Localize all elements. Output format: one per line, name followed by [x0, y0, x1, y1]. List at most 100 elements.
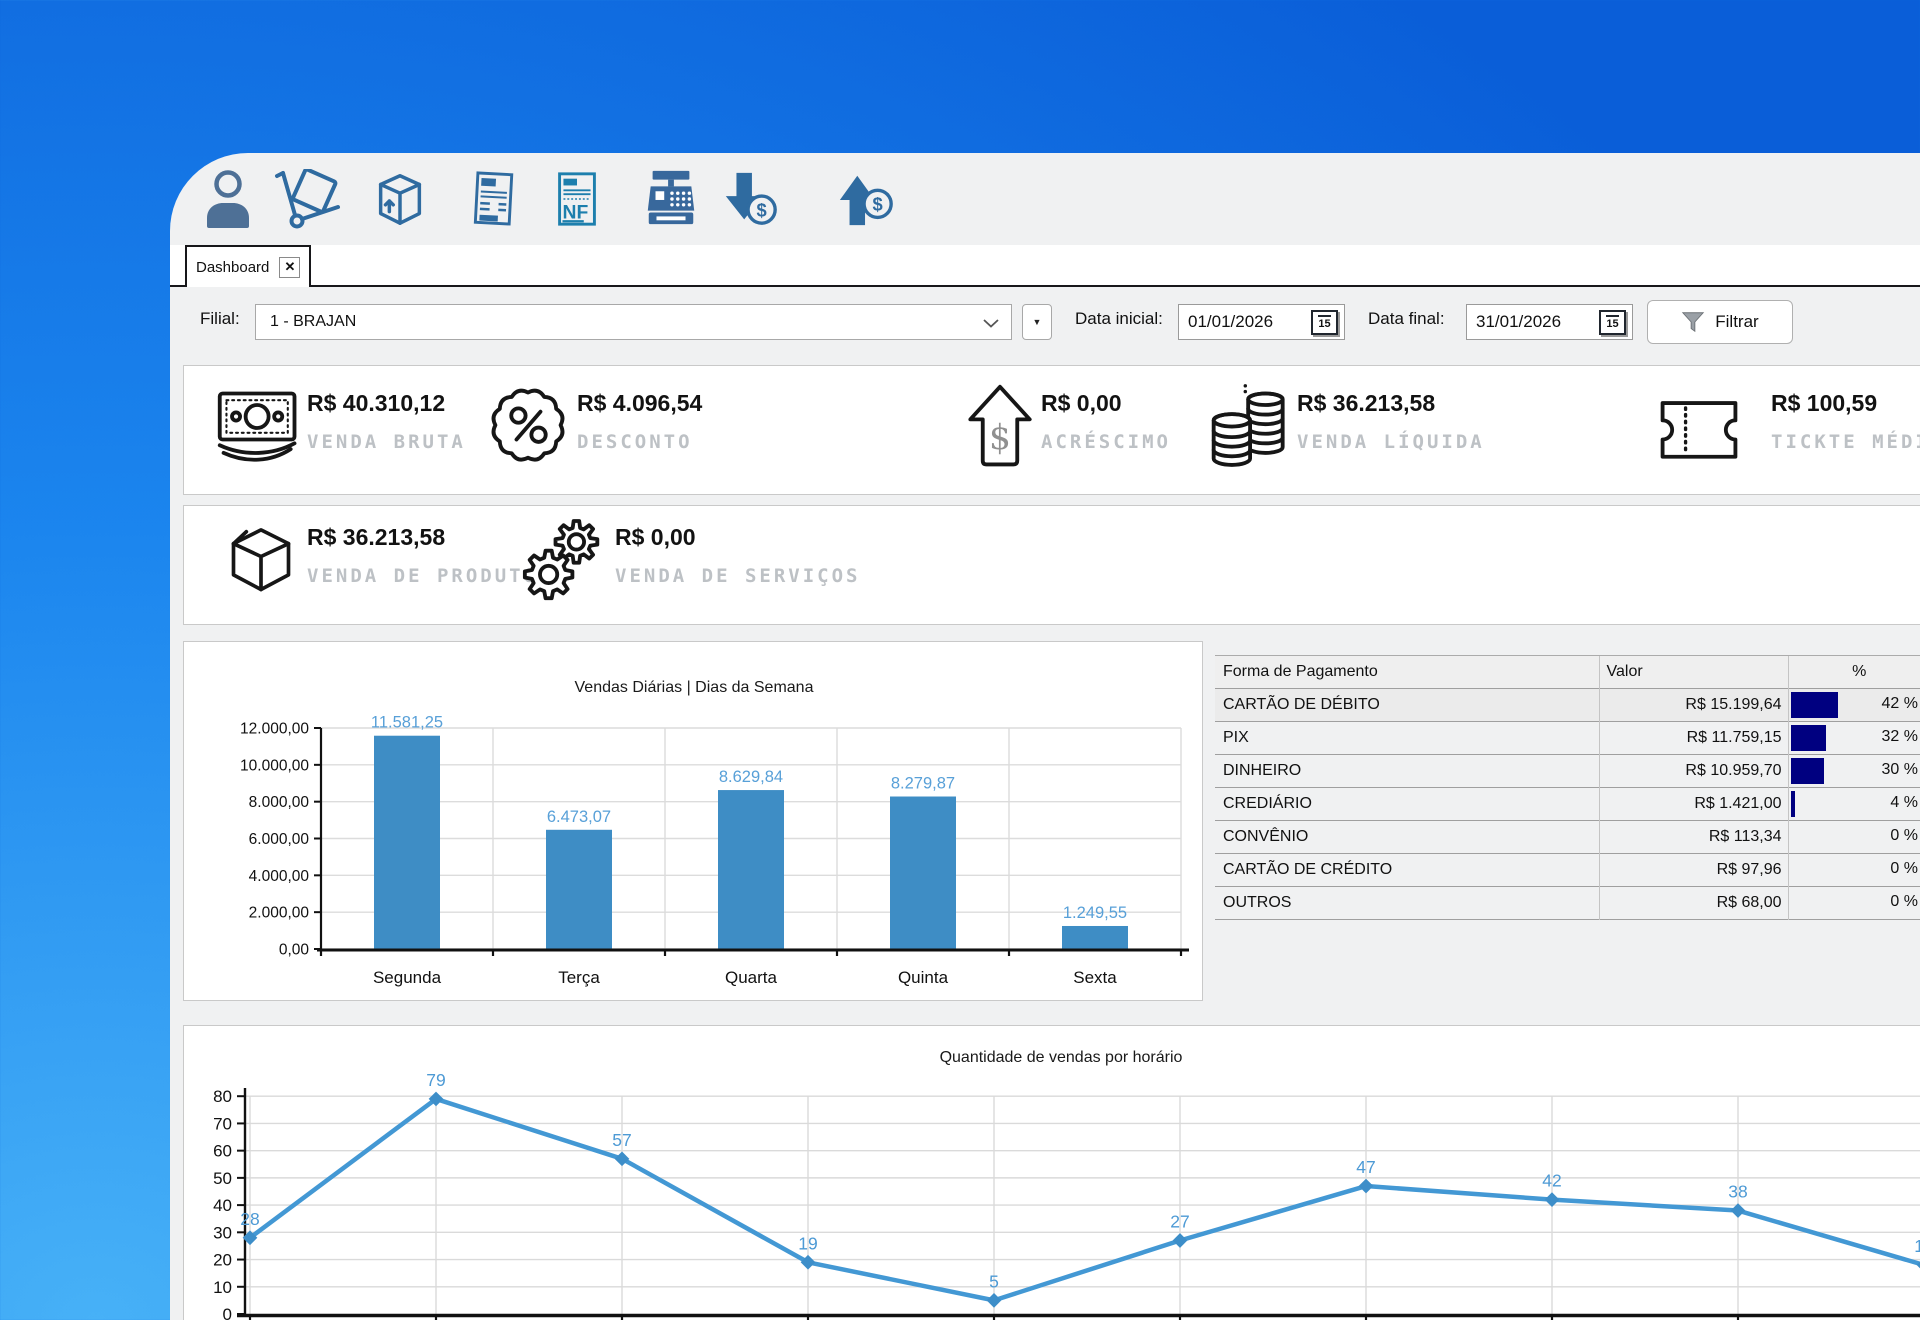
svg-text:Quarta: Quarta	[725, 968, 778, 987]
svg-text:NF: NF	[562, 201, 588, 223]
chevron-down-icon	[983, 319, 999, 328]
payment-value-cell: R$ 10.959,70	[1599, 755, 1788, 788]
kpi-panel-2: R$ 36.213,58 VENDA DE PRODUTOS R$ 0,00 V…	[183, 505, 1920, 625]
tab-bar: Dashboard ✕	[170, 245, 1920, 287]
branch-label: Filial:	[200, 309, 240, 329]
box-icon[interactable]	[372, 169, 428, 234]
date-end-label: Data final:	[1368, 309, 1445, 329]
payment-pct-cell: 32 %	[1788, 722, 1920, 755]
bar-Sexta	[1062, 926, 1128, 949]
pct-label: 0 %	[1890, 827, 1918, 845]
user-icon[interactable]	[200, 169, 256, 234]
cash-register-icon[interactable]	[641, 169, 701, 234]
svg-text:Vendas Diárias | Dias da Seman: Vendas Diárias | Dias da Semana	[575, 679, 814, 696]
nf-invoice-icon[interactable]: NF	[551, 169, 603, 234]
svg-text:42: 42	[1542, 1171, 1561, 1191]
calendar-icon[interactable]: 15	[1599, 310, 1626, 335]
svg-text:20: 20	[213, 1251, 232, 1270]
invoice-icon[interactable]	[468, 169, 520, 234]
svg-text:$: $	[756, 199, 766, 220]
date-end-value: 31/01/2026	[1476, 312, 1561, 332]
bar-Segunda	[374, 736, 440, 949]
kpi-value: R$ 0,00	[615, 524, 860, 551]
payment-value-cell: R$ 113,34	[1599, 821, 1788, 854]
header-forma-pagamento[interactable]: Forma de Pagamento	[1215, 656, 1599, 689]
svg-text:0,00: 0,00	[279, 942, 310, 959]
branch-select[interactable]: 1 - BRAJAN	[255, 304, 1012, 340]
svg-text:8.000,00: 8.000,00	[249, 794, 310, 811]
table-row[interactable]: CONVÊNIOR$ 113,340 %	[1215, 821, 1920, 854]
table-row[interactable]: CARTÃO DE CRÉDITOR$ 97,960 %	[1215, 854, 1920, 887]
data-point	[1359, 1179, 1374, 1194]
payment-value-cell: R$ 15.199,64	[1599, 689, 1788, 722]
pct-bar	[1791, 758, 1825, 784]
payment-method-cell: DINHEIRO	[1215, 755, 1599, 788]
svg-text:28: 28	[240, 1209, 259, 1229]
svg-text:Terça: Terça	[558, 968, 600, 987]
filter-button[interactable]: Filtrar	[1647, 300, 1793, 344]
pct-label: 4 %	[1890, 794, 1918, 812]
filter-button-label: Filtrar	[1715, 312, 1758, 332]
svg-text:50: 50	[213, 1169, 232, 1188]
kpi-label: VENDA LÍQUIDA	[1297, 431, 1485, 453]
tab-dashboard[interactable]: Dashboard ✕	[185, 245, 311, 287]
svg-text:8.279,87: 8.279,87	[891, 775, 955, 793]
payment-method-cell: CARTÃO DE DÉBITO	[1215, 689, 1599, 722]
kpi-value: R$ 4.096,54	[577, 390, 702, 417]
pct-bar	[1791, 791, 1796, 817]
bar-Quinta	[890, 797, 956, 949]
payment-pct-cell: 0 %	[1788, 854, 1920, 887]
svg-text:6.473,07: 6.473,07	[547, 808, 611, 826]
branch-dropdown-button[interactable]: ▼	[1022, 304, 1052, 340]
branch-value: 1 - BRAJAN	[270, 313, 356, 331]
kpi-label: TICKTE MÉDIO	[1771, 431, 1920, 453]
data-point	[987, 1293, 1002, 1308]
date-end-input[interactable]: 31/01/2026 15	[1466, 304, 1633, 340]
svg-text:Segunda: Segunda	[373, 968, 442, 987]
product-box-icon	[217, 518, 305, 611]
data-point	[1173, 1233, 1188, 1248]
kpi-label: ACRÉSCIMO	[1041, 431, 1171, 453]
svg-text:0: 0	[223, 1305, 232, 1320]
svg-text:30: 30	[213, 1223, 232, 1242]
table-row[interactable]: PIXR$ 11.759,1532 %	[1215, 722, 1920, 755]
table-row[interactable]: OUTROSR$ 68,000 %	[1215, 887, 1920, 920]
close-icon[interactable]: ✕	[279, 257, 300, 278]
kpi-label: VENDA BRUTA	[307, 431, 466, 453]
svg-text:10: 10	[213, 1278, 232, 1297]
payment-value-cell: R$ 11.759,15	[1599, 722, 1788, 755]
svg-text:19: 19	[798, 1233, 817, 1253]
payment-pct-cell: 0 %	[1788, 821, 1920, 854]
payment-method-cell: CARTÃO DE CRÉDITO	[1215, 854, 1599, 887]
kpi-value: R$ 100,59	[1771, 390, 1920, 417]
svg-text:27: 27	[1170, 1211, 1189, 1231]
pct-label: 0 %	[1890, 893, 1918, 911]
date-start-input[interactable]: 01/01/2026 15	[1178, 304, 1345, 340]
svg-text:2.000,00: 2.000,00	[249, 905, 310, 922]
svg-text:12.000,00: 12.000,00	[240, 721, 309, 738]
payment-value-cell: R$ 68,00	[1599, 887, 1788, 920]
kpi-value: R$ 36.213,58	[1297, 390, 1485, 417]
money-out-icon[interactable]: $	[836, 169, 896, 234]
table-row[interactable]: DINHEIROR$ 10.959,70 30 %	[1215, 755, 1920, 788]
table-header-row: Forma de Pagamento Valor %	[1215, 656, 1920, 689]
pct-label: 30 %	[1882, 761, 1918, 779]
svg-text:60: 60	[213, 1142, 232, 1161]
money-in-icon[interactable]: $	[720, 169, 780, 234]
hand-truck-icon[interactable]	[274, 169, 346, 234]
table-row[interactable]: CREDIÁRIOR$ 1.421,004 %	[1215, 788, 1920, 821]
svg-text:Quantidade de vendas por horár: Quantidade de vendas por horário	[940, 1049, 1183, 1066]
calendar-icon[interactable]: 15	[1311, 310, 1338, 335]
payment-pct-cell: 0 %	[1788, 887, 1920, 920]
table-row[interactable]: CARTÃO DE DÉBITOR$ 15.199,6442 %	[1215, 689, 1920, 722]
svg-text:1.249,55: 1.249,55	[1063, 904, 1127, 922]
header-pct[interactable]: %	[1788, 656, 1920, 689]
header-valor[interactable]: Valor	[1599, 656, 1788, 689]
payment-pct-cell: 42 %	[1788, 689, 1920, 722]
kpi-value: R$ 40.310,12	[307, 390, 466, 417]
svg-text:4.000,00: 4.000,00	[249, 868, 310, 885]
kpi-label: VENDA DE PRODUTOS	[307, 565, 552, 587]
svg-text:70: 70	[213, 1114, 232, 1133]
svg-text:18: 18	[1914, 1236, 1920, 1256]
svg-text:57: 57	[612, 1130, 631, 1150]
